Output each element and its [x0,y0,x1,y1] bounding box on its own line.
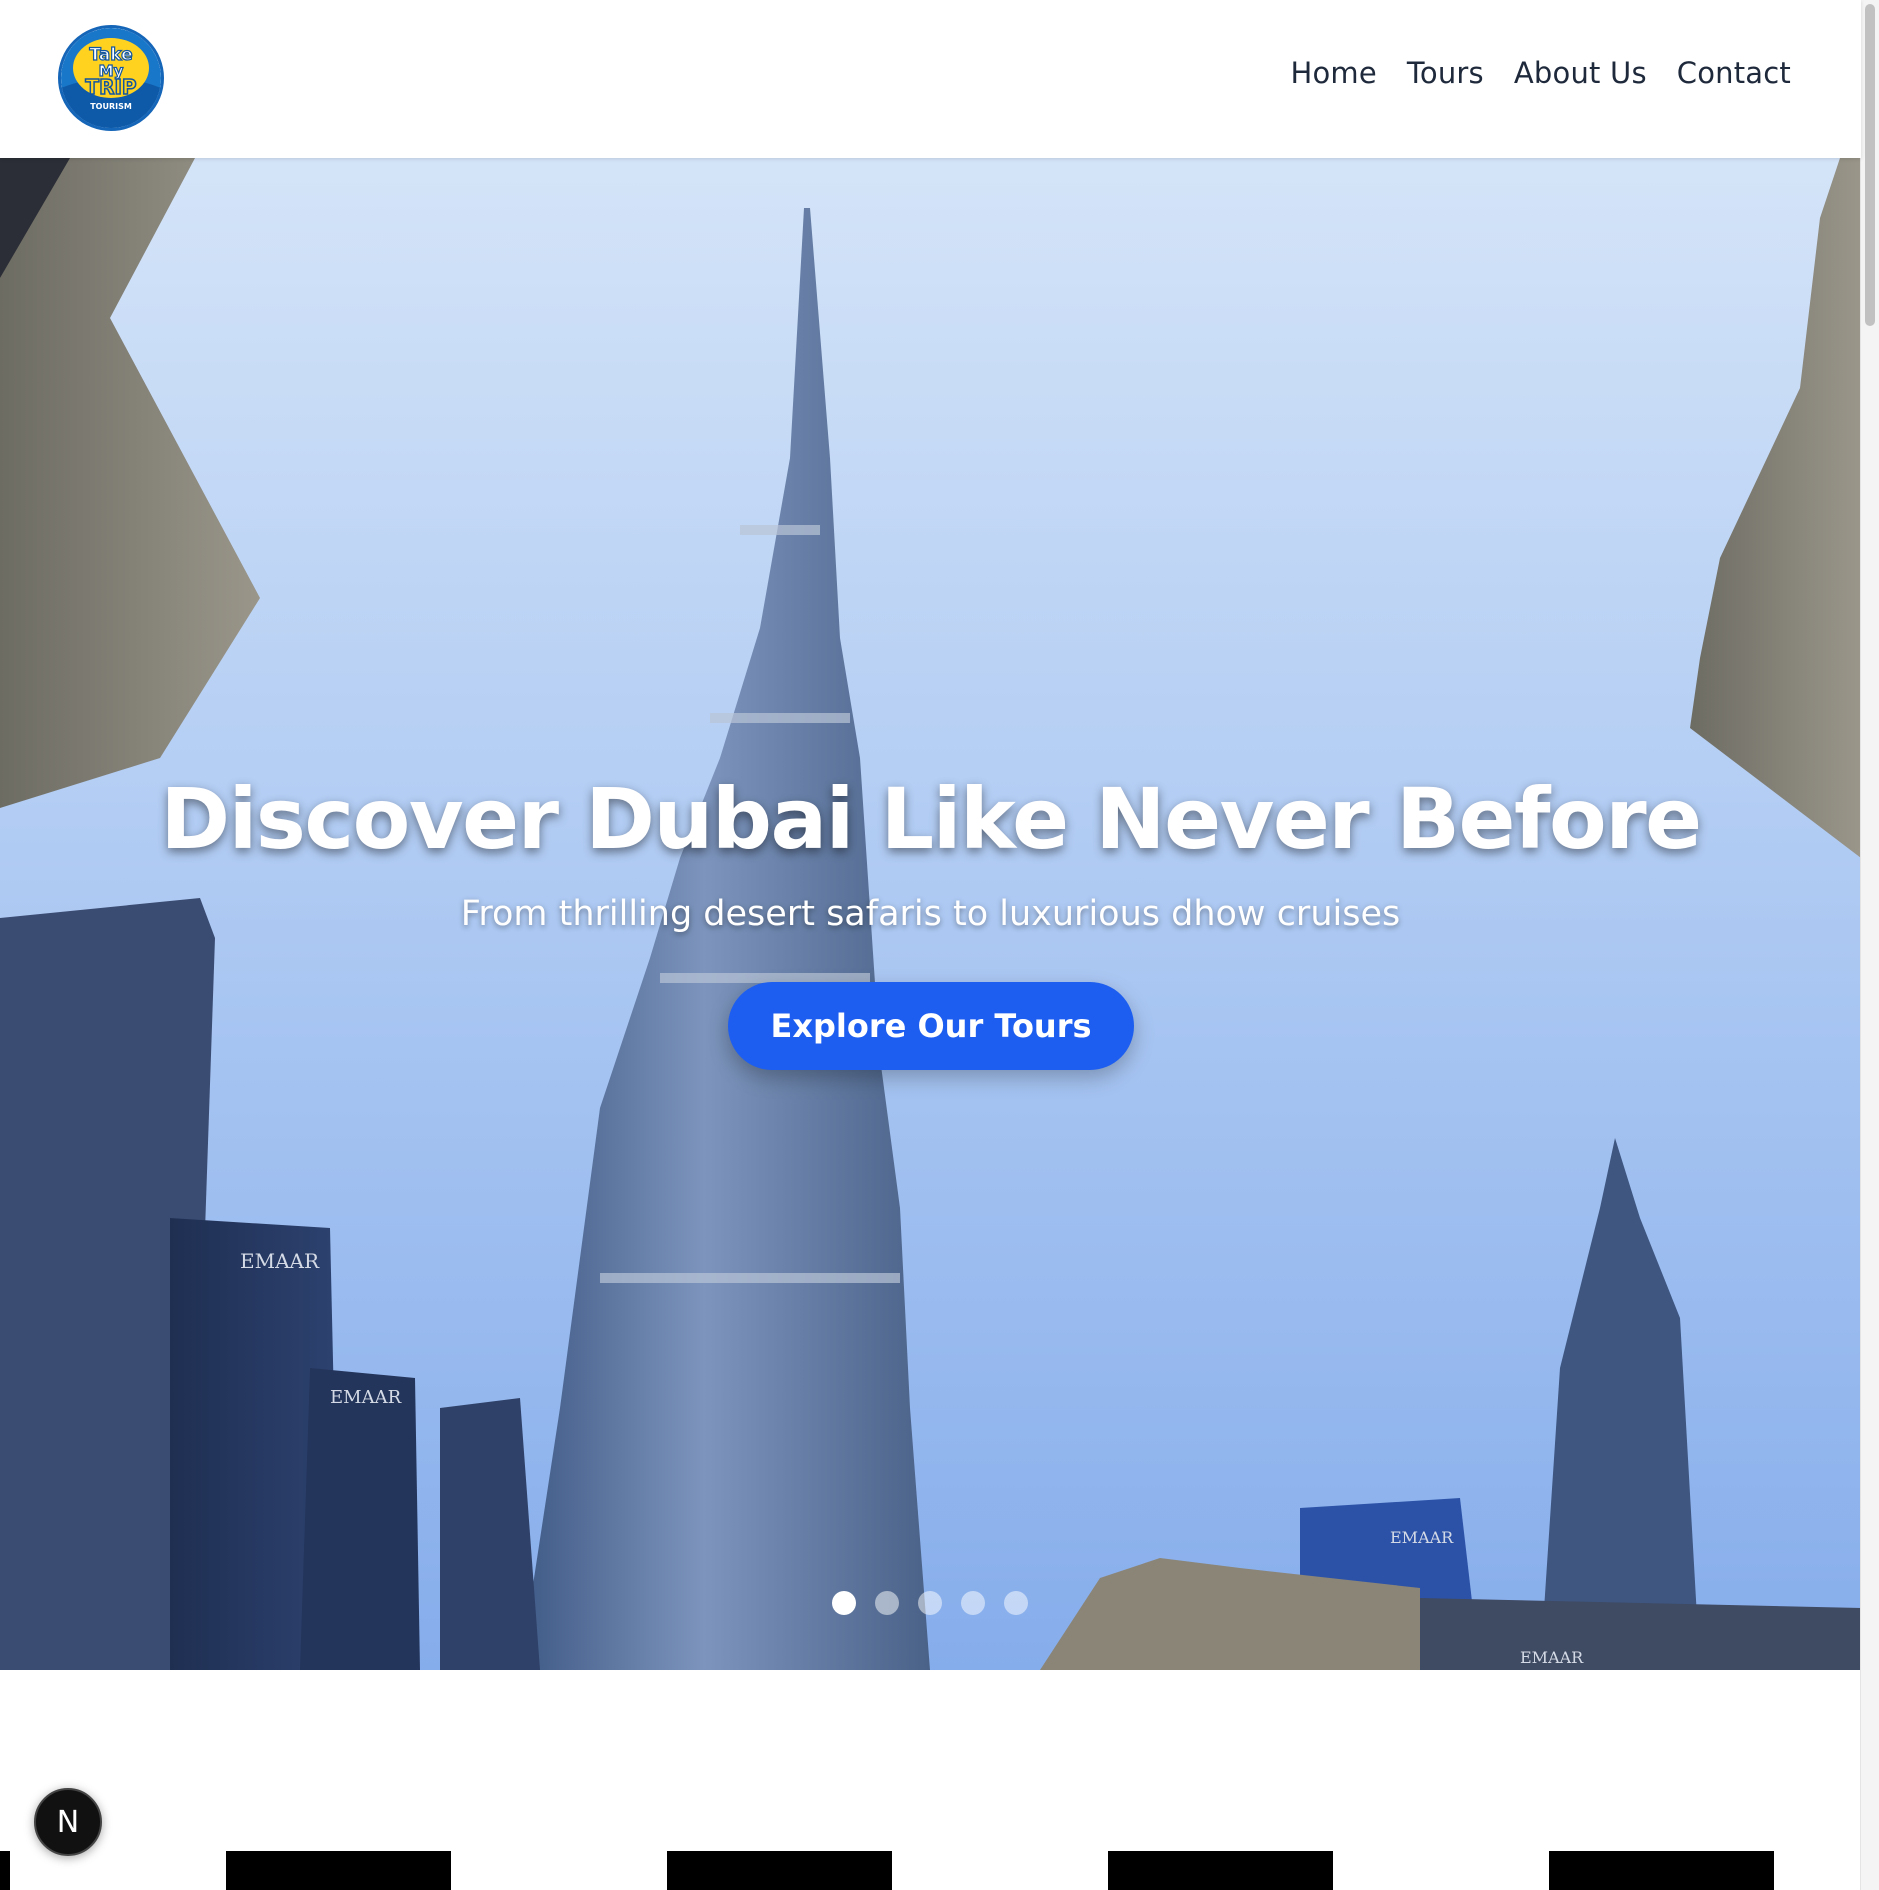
carousel-pagination [832,1591,1028,1615]
svg-text:TOURISM: TOURISM [90,102,132,111]
nav-tours-link[interactable]: Tours [1407,56,1484,90]
carousel-dot-1[interactable] [832,1591,856,1615]
site-header: Take My TRIP TOURISM Home Tours About Us… [0,0,1861,158]
svg-text:EMAAR: EMAAR [240,1249,320,1273]
tour-card[interactable] [1549,1851,1774,1890]
logo-emblem: Take My TRIP TOURISM [61,28,161,128]
hero-title: Discover Dubai Like Never Before [160,770,1702,868]
explore-tours-button[interactable]: Explore Our Tours [728,982,1134,1070]
carousel-dot-5[interactable] [1004,1591,1028,1615]
svg-text:TRIP: TRIP [85,75,136,99]
nav-contact-link[interactable]: Contact [1677,56,1791,90]
svg-text:EMAAR: EMAAR [1390,1528,1454,1547]
carousel-dot-3[interactable] [918,1591,942,1615]
hero-subtitle: From thrilling desert safaris to luxurio… [460,894,1401,934]
tour-card-partial [0,1851,10,1890]
carousel-dot-4[interactable] [961,1591,985,1615]
nextjs-icon[interactable]: N [34,1788,102,1856]
svg-text:EMAAR: EMAAR [330,1387,402,1408]
tour-card[interactable] [1108,1851,1333,1890]
nextjs-glyph: N [56,1804,80,1840]
nav-home-link[interactable]: Home [1290,56,1376,90]
hero-carousel: EMAAR EMAAR EMAAR EMAAR Discover Dubai L… [0,158,1861,1670]
main-nav: Home Tours About Us Contact [1290,56,1791,90]
svg-text:EMAAR: EMAAR [1520,1648,1584,1667]
page-scrollbar[interactable] [1860,0,1879,1890]
carousel-dot-2[interactable] [875,1591,899,1615]
brand-logo[interactable]: Take My TRIP TOURISM [58,25,164,131]
scrollbar-thumb[interactable] [1865,4,1875,326]
nav-about-link[interactable]: About Us [1514,56,1647,90]
tour-card[interactable] [226,1851,451,1890]
tour-card[interactable] [667,1851,892,1890]
